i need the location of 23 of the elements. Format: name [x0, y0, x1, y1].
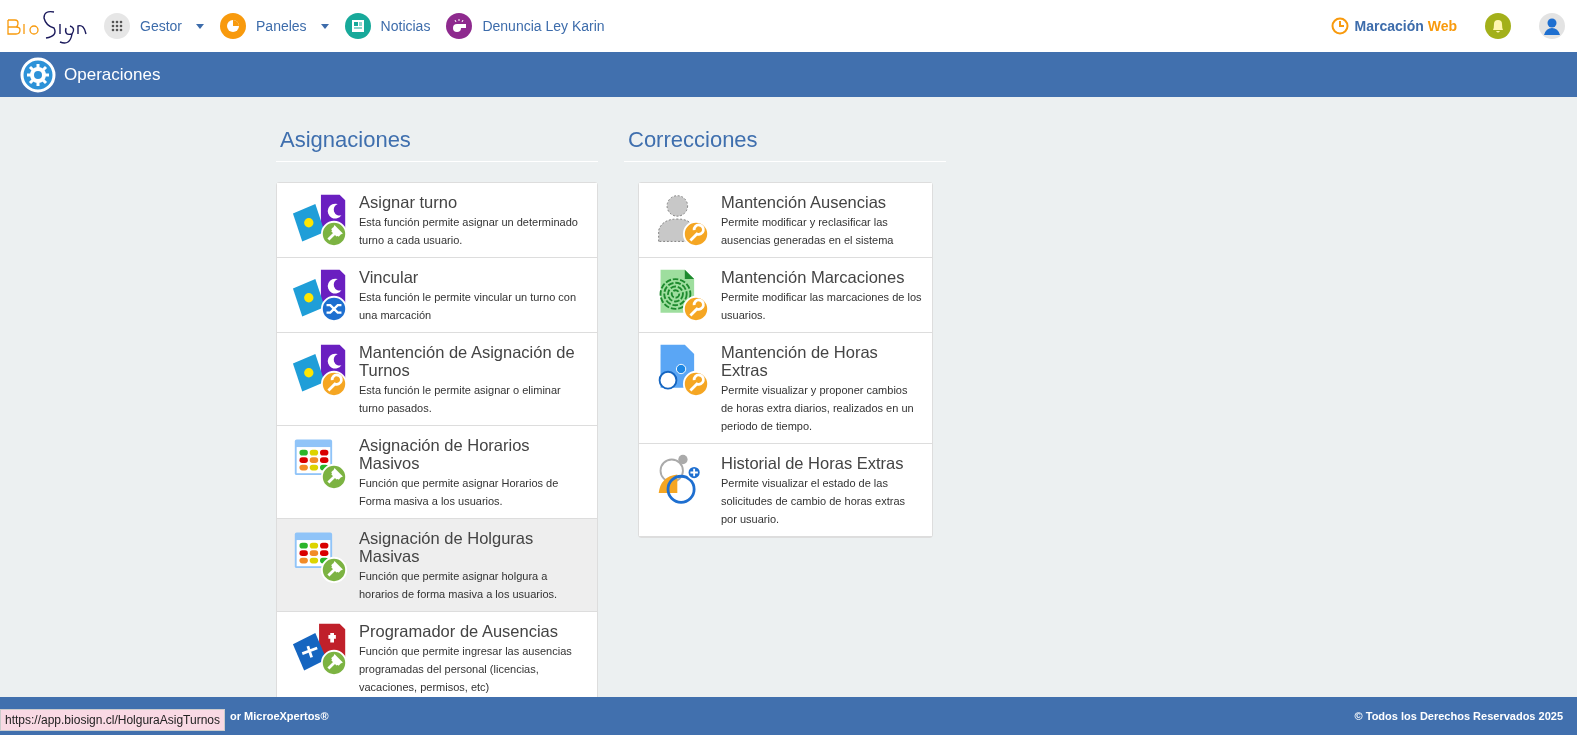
menu-option[interactable]: Asignar turno Esta función permite asignar un determinado turno a cada usuario. — [277, 183, 597, 258]
nav-menu-item[interactable]: Noticias — [344, 13, 431, 39]
menu-option[interactable]: Asignación de Holguras Masivas Función que permite asignar holgura a horarios de forma masiva a los usuarios. — [277, 519, 597, 612]
status-url-tooltip: https://app.biosign.cl/HolguraAsigTurnos — [0, 709, 225, 731]
section-heading: Correcciones — [624, 127, 946, 162]
page-title: Operaciones — [64, 64, 161, 85]
copyright-text: © Todos los Derechos Reservados 2025 — [1354, 710, 1563, 722]
menu-option[interactable]: Mantención Ausencias Permite modificar y reclasificar las ausencias generadas en el sistema — [639, 183, 932, 258]
footer-text: or MicroeXpertos® — [230, 710, 329, 722]
marcacion-web-link[interactable]: Marcación Web — [1330, 17, 1457, 35]
nav-menu-item[interactable]: Paneles — [220, 13, 329, 39]
gear-icon — [20, 56, 56, 93]
caret-icon — [320, 23, 329, 29]
whistle-icon — [446, 13, 473, 39]
nav-menu-item[interactable]: Gestor — [104, 13, 204, 39]
section-heading: Asignaciones — [276, 127, 598, 162]
nav-menu-item[interactable]: Denuncia Ley Karin — [446, 13, 605, 39]
caret-icon — [196, 23, 204, 29]
clock-icon — [1330, 17, 1349, 35]
newspaper-icon — [344, 13, 371, 39]
grid-icon — [104, 13, 130, 39]
pie-chart-icon — [220, 13, 246, 39]
user-avatar-icon[interactable] — [1539, 13, 1565, 39]
